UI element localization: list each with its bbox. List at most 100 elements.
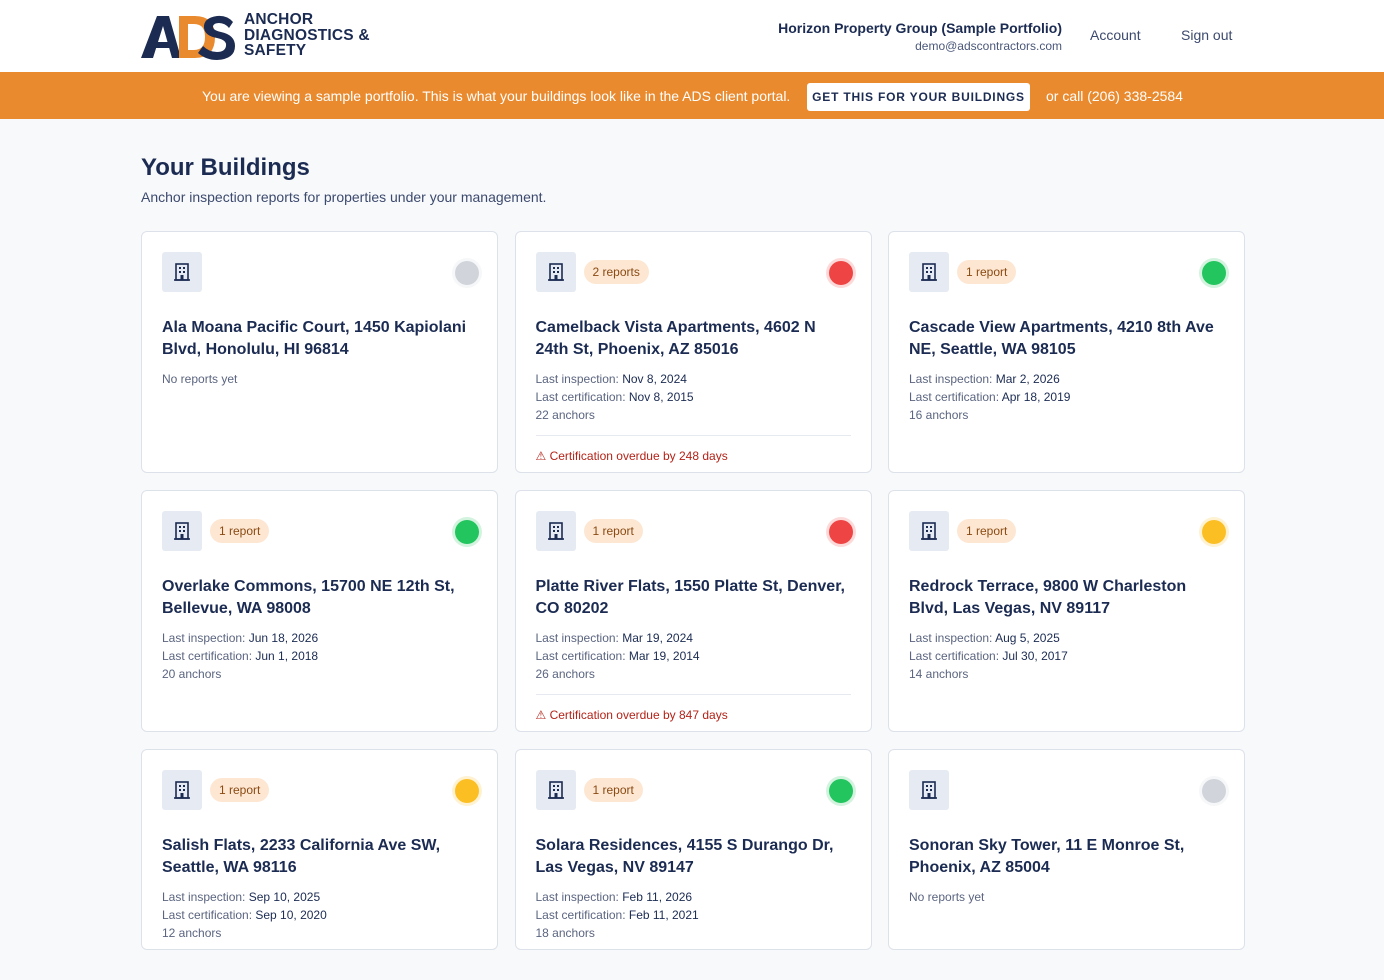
page-subtitle: Anchor inspection reports for properties… <box>141 189 547 205</box>
last-certification-value: Mar 19, 2014 <box>628 649 700 663</box>
card-header <box>162 252 477 292</box>
last-certification-row: Last certification: Apr 18, 2019 <box>909 388 1224 406</box>
top-header: ANCHOR DIAGNOSTICS & SAFETY Horizon Prop… <box>0 0 1384 72</box>
get-this-button[interactable]: GET THIS FOR YOUR BUILDINGS <box>807 83 1030 111</box>
last-certification-label: Last certification: <box>535 649 629 663</box>
report-count-badge: 1 report <box>957 519 1017 543</box>
building-card[interactable]: 1 report Platte River Flats, 1550 Platte… <box>514 490 872 732</box>
anchor-count: 22 anchors <box>535 408 595 422</box>
ads-logo-mark <box>141 15 235 60</box>
account-link[interactable]: Account <box>1090 27 1141 44</box>
building-card[interactable]: 1 report Overlake Commons, 15700 NE 12th… <box>141 490 498 732</box>
building-card[interactable]: Ala Moana Pacific Court, 1450 Kapiolani … <box>141 231 498 473</box>
building-meta: Last inspection: Aug 5, 2025 Last certif… <box>909 629 1224 683</box>
building-card[interactable]: 1 report Cascade View Apartments, 4210 8… <box>888 231 1245 473</box>
sample-portfolio-banner: You are viewing a sample portfolio. This… <box>0 72 1384 119</box>
building-card[interactable]: 1 report Solara Residences, 4155 S Duran… <box>514 749 872 950</box>
last-inspection-row: Last inspection: Jun 18, 2026 <box>162 629 477 647</box>
logo-wordmark: ANCHOR DIAGNOSTICS & SAFETY <box>244 12 370 59</box>
building-card[interactable]: 2 reports Camelback Vista Apartments, 46… <box>514 231 872 473</box>
last-inspection-row: Last inspection: Nov 8, 2024 <box>536 370 851 388</box>
status-indicator <box>455 261 479 285</box>
last-certification-row: Last certification: Nov 8, 2015 <box>536 388 851 406</box>
report-count-badge: 1 report <box>583 519 643 543</box>
banner-text: You are viewing a sample portfolio. This… <box>202 88 791 104</box>
last-inspection-row: Last inspection: Mar 2, 2026 <box>909 370 1224 388</box>
last-certification-label: Last certification: <box>909 390 1002 404</box>
building-meta: Last inspection: Mar 19, 2024 Last certi… <box>536 629 851 683</box>
building-meta: Last inspection: Sep 10, 2025 Last certi… <box>162 888 477 942</box>
last-certification-row: Last certification: Mar 19, 2014 <box>536 647 851 665</box>
building-card[interactable]: Sonoran Sky Tower, 11 E Monroe St, Phoen… <box>888 749 1245 950</box>
page-title: Your Buildings <box>141 154 310 181</box>
last-inspection-label: Last inspection: <box>162 890 249 904</box>
building-title: Platte River Flats, 1550 Platte St, Denv… <box>535 578 845 617</box>
overdue-warning: ⚠ Certification overdue by 248 days <box>535 435 851 464</box>
last-certification-row: Last certification: Jul 30, 2017 <box>909 647 1224 665</box>
logo-line: DIAGNOSTICS & <box>244 26 370 44</box>
last-certification-label: Last certification: <box>162 908 256 922</box>
last-inspection-row: Last inspection: Mar 19, 2024 <box>536 629 851 647</box>
building-title: Cascade View Apartments, 4210 8th Ave NE… <box>909 319 1214 358</box>
anchor-count: 18 anchors <box>535 926 595 940</box>
anchor-count: 14 anchors <box>909 667 969 681</box>
last-inspection-label: Last inspection: <box>162 631 249 645</box>
last-inspection-value: Jun 18, 2026 <box>248 631 319 645</box>
anchor-count: 20 anchors <box>162 667 222 681</box>
last-certification-value: Nov 8, 2015 <box>628 390 694 404</box>
building-title: Overlake Commons, 15700 NE 12th St, Bell… <box>162 578 455 617</box>
last-inspection-value: Mar 2, 2026 <box>995 372 1060 386</box>
status-indicator <box>1202 520 1226 544</box>
last-inspection-label: Last inspection: <box>535 372 623 386</box>
no-reports-text: No reports yet <box>909 890 985 904</box>
last-certification-row: Last certification: Sep 10, 2020 <box>162 906 477 924</box>
last-inspection-value: Feb 11, 2026 <box>622 890 693 904</box>
org-email: demo@adscontractors.com <box>915 39 1062 53</box>
building-icon <box>535 770 576 810</box>
building-meta: Last inspection: Jun 18, 2026 Last certi… <box>162 629 477 683</box>
building-title: Solara Residences, 4155 S Durango Dr, La… <box>535 837 834 876</box>
report-count-badge: 1 report <box>210 519 270 543</box>
building-icon <box>535 252 576 292</box>
status-indicator <box>828 779 853 803</box>
logo-line: ANCHOR <box>244 11 314 28</box>
status-indicator <box>828 261 853 285</box>
last-inspection-label: Last inspection: <box>909 372 996 386</box>
banner-call-text: or call (206) 338-2584 <box>1046 88 1183 104</box>
last-inspection-label: Last inspection: <box>909 631 996 645</box>
card-header: 1 report <box>909 252 1224 292</box>
last-inspection-row: Last inspection: Aug 5, 2025 <box>909 629 1224 647</box>
card-header <box>909 770 1224 810</box>
report-count-badge: 1 report <box>583 778 643 802</box>
card-header: 2 reports <box>535 252 851 292</box>
building-card[interactable]: 1 report Redrock Terrace, 9800 W Charles… <box>888 490 1245 732</box>
building-title: Redrock Terrace, 9800 W Charleston Blvd,… <box>909 578 1187 617</box>
last-inspection-value: Nov 8, 2024 <box>622 372 687 386</box>
last-certification-label: Last certification: <box>535 390 629 404</box>
last-inspection-value: Aug 5, 2025 <box>995 631 1060 645</box>
card-header: 1 report <box>535 770 851 810</box>
building-icon <box>535 511 576 551</box>
anchor-count: 16 anchors <box>909 408 969 422</box>
building-title: Sonoran Sky Tower, 11 E Monroe St, Phoen… <box>909 837 1185 876</box>
status-indicator <box>1202 779 1226 803</box>
building-title: Camelback Vista Apartments, 4602 N 24th … <box>535 319 816 358</box>
card-header: 1 report <box>909 511 1224 551</box>
last-inspection-label: Last inspection: <box>535 631 623 645</box>
last-certification-label: Last certification: <box>162 649 256 663</box>
report-count-badge: 2 reports <box>583 260 649 284</box>
last-certification-value: Jun 1, 2018 <box>255 649 319 663</box>
building-card[interactable]: 1 report Salish Flats, 2233 California A… <box>141 749 498 950</box>
last-inspection-row: Last inspection: Feb 11, 2026 <box>536 888 851 906</box>
last-inspection-label: Last inspection: <box>535 890 623 904</box>
anchor-count: 26 anchors <box>535 667 595 681</box>
ads-logo[interactable]: ANCHOR DIAGNOSTICS & SAFETY <box>141 12 381 60</box>
building-title: Ala Moana Pacific Court, 1450 Kapiolani … <box>162 319 467 358</box>
card-header: 1 report <box>535 511 851 551</box>
sign-out-link[interactable]: Sign out <box>1181 27 1232 44</box>
building-icon <box>162 252 202 292</box>
last-certification-row: Last certification: Jun 1, 2018 <box>162 647 477 665</box>
org-name: Horizon Property Group (Sample Portfolio… <box>778 20 1062 36</box>
status-indicator <box>828 520 853 544</box>
status-indicator <box>1202 261 1226 285</box>
